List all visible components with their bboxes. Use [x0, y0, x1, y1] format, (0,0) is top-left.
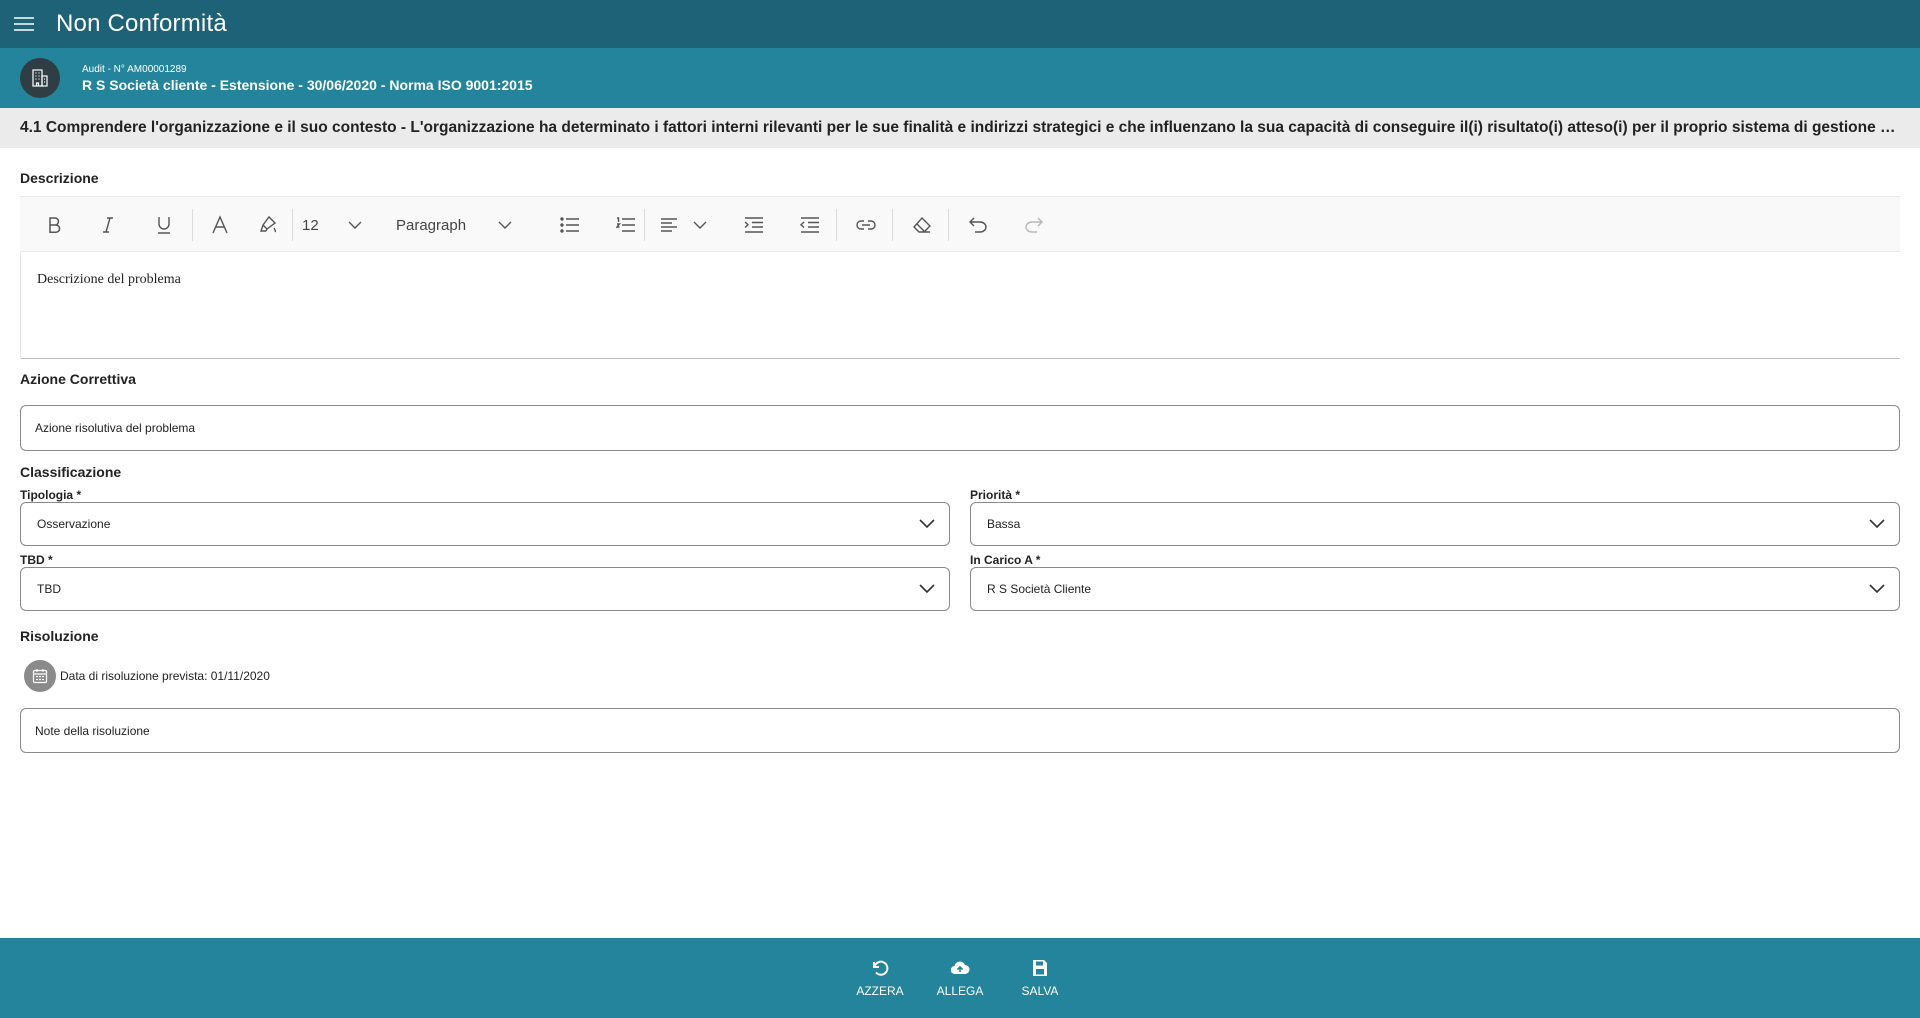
clear-formatting-eraser-icon[interactable] [902, 197, 942, 253]
tbd-select[interactable]: TBD [20, 567, 950, 611]
priorita-label: Priorità * [970, 488, 1021, 502]
font-size-chevron-down-icon[interactable] [340, 197, 370, 253]
indent-icon[interactable] [734, 197, 774, 253]
block-format-value[interactable]: Paragraph [396, 197, 486, 253]
in-carico-value: R S Società Cliente [987, 582, 1092, 596]
resolution-notes-input[interactable]: Note della risoluzione [20, 708, 1900, 753]
chevron-down-icon [919, 519, 935, 529]
descrizione-label: Descrizione [20, 170, 99, 186]
resolution-date-text: Data di risoluzione prevista: 01/11/2020 [60, 669, 270, 683]
azione-correttiva-input[interactable]: Azione risolutiva del problema [20, 405, 1900, 451]
font-color-icon[interactable] [200, 197, 240, 253]
attach-button[interactable]: ALLEGA [920, 938, 1000, 1018]
underline-icon[interactable] [144, 197, 184, 253]
editor-content[interactable]: Descrizione del problema [20, 252, 1900, 359]
in-carico-label: In Carico A * [970, 553, 1041, 567]
calendar-icon[interactable] [24, 660, 56, 692]
resolution-notes-value: Note della risoluzione [35, 723, 150, 738]
font-size-value[interactable]: 12 [302, 197, 338, 253]
audit-header: Audit - N° AM00001289 R S Società client… [0, 48, 1920, 108]
block-format-chevron-down-icon[interactable] [490, 197, 520, 253]
app-bar: Non Conformità [0, 0, 1920, 48]
redo-icon[interactable] [1014, 197, 1054, 253]
building-icon [20, 58, 60, 98]
rich-text-editor: 12 Paragraph Descrizione del problema [20, 196, 1900, 359]
reset-button-label: AZZERA [856, 984, 904, 998]
chevron-down-icon [919, 584, 935, 594]
requirement-bar: 4.1 Comprendere l'organizzazione e il su… [0, 108, 1920, 148]
save-disk-icon [1033, 960, 1047, 976]
app-title: Non Conformità [56, 10, 227, 37]
requirement-text: 4.1 Comprendere l'organizzazione e il su… [20, 119, 1900, 136]
save-button-label: SALVA [1021, 984, 1059, 998]
highlight-color-icon[interactable] [248, 197, 288, 253]
audit-number: Audit - N° AM00001289 [82, 63, 187, 75]
azione-correttiva-value: Azione risolutiva del problema [35, 421, 196, 435]
align-left-icon[interactable] [654, 197, 684, 253]
attach-button-label: ALLEGA [936, 984, 984, 998]
tipologia-label: Tipologia * [20, 488, 82, 502]
bottom-action-bar: AZZERA ALLEGA SALVA [0, 938, 1920, 1018]
chevron-down-icon [1869, 584, 1885, 594]
save-button[interactable]: SALVA [1000, 938, 1080, 1018]
italic-icon[interactable] [88, 197, 128, 253]
outdent-icon[interactable] [790, 197, 830, 253]
audit-title: R S Società cliente - Estensione - 30/06… [82, 76, 533, 93]
classificazione-label: Classificazione [20, 464, 122, 480]
bold-icon[interactable] [34, 197, 74, 253]
bullet-list-icon[interactable] [550, 197, 590, 253]
tbd-value: TBD [37, 582, 61, 596]
numbered-list-icon[interactable] [606, 197, 646, 253]
editor-text: Descrizione del problema [37, 272, 181, 287]
align-chevron-down-icon[interactable] [686, 197, 714, 253]
tipologia-value: Osservazione [37, 517, 111, 531]
cloud-upload-icon [950, 961, 970, 975]
risoluzione-label: Risoluzione [20, 628, 99, 644]
chevron-down-icon [1869, 519, 1885, 529]
link-icon[interactable] [846, 197, 886, 253]
in-carico-select[interactable]: R S Società Cliente [970, 567, 1900, 611]
hamburger-menu-icon[interactable] [0, 0, 48, 48]
reset-button[interactable]: AZZERA [840, 938, 920, 1018]
priorita-value: Bassa [987, 517, 1021, 531]
reset-icon [873, 960, 889, 976]
tipologia-select[interactable]: Osservazione [20, 502, 950, 546]
azione-correttiva-label: Azione Correttiva [20, 371, 136, 387]
editor-toolbar: 12 Paragraph [20, 196, 1900, 252]
undo-icon[interactable] [958, 197, 998, 253]
priorita-select[interactable]: Bassa [970, 502, 1900, 546]
tbd-label: TBD * [20, 553, 53, 567]
resolution-date-row: Data di risoluzione prevista: 01/11/2020 [24, 660, 270, 692]
